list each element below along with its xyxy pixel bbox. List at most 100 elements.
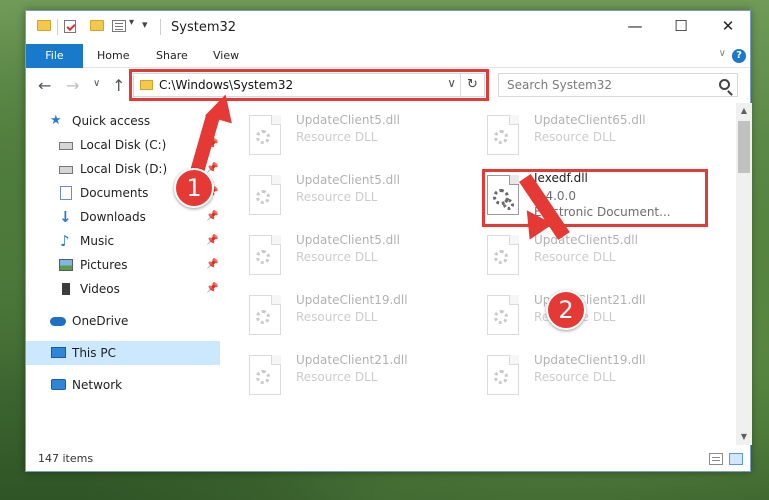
vertical-scrollbar[interactable]: ▲ ▼ xyxy=(736,103,752,445)
sidebar-item-videos[interactable]: Videos 📌 xyxy=(26,277,220,301)
callout-badge-1: 1 xyxy=(174,168,214,208)
sidebar-item-onedrive[interactable]: OneDrive xyxy=(26,309,220,333)
sidebar-label: Network xyxy=(72,378,123,392)
sidebar-label: Downloads xyxy=(80,210,146,224)
list-item[interactable]: UpdateClient21.dll Resource DLL xyxy=(249,351,479,401)
sidebar-label: Videos xyxy=(80,282,120,296)
customize-toolbar-icon[interactable] xyxy=(112,20,126,32)
search-input[interactable]: Search System32 xyxy=(507,78,612,92)
list-item[interactable]: UpdateClient5.dll Resource DLL xyxy=(249,231,479,281)
forward-button[interactable]: → xyxy=(66,76,79,95)
star-icon: ★ xyxy=(50,113,62,128)
item-count: 147 items xyxy=(38,452,94,465)
minimize-button[interactable]: — xyxy=(612,11,658,41)
dll-file-icon xyxy=(249,355,281,395)
file-name: UpdateClient5.dll xyxy=(296,173,400,187)
sidebar-label: This PC xyxy=(72,346,116,360)
tab-share[interactable]: Share xyxy=(143,44,201,68)
ribbon-collapse-icon[interactable]: ∨ xyxy=(719,48,726,59)
file-name: UpdateClient19.dll xyxy=(296,293,408,307)
ribbon-tabs: File Home Share View ∨ ? xyxy=(26,44,750,68)
sidebar-item-music[interactable]: ♪ Music 📌 xyxy=(26,229,220,253)
folder-icon xyxy=(37,20,51,31)
dll-file-icon xyxy=(249,115,281,155)
chevron-down-icon[interactable]: ▾ xyxy=(129,17,134,28)
documents-icon xyxy=(60,186,72,200)
dll-file-icon xyxy=(249,175,281,215)
details-view-icon[interactable] xyxy=(709,453,723,465)
file-name: UpdateClient5.dll xyxy=(534,233,638,247)
list-item[interactable]: UpdateClient19.dll Resource DLL xyxy=(487,351,717,401)
sidebar-item-quick-access[interactable]: ★ Quick access xyxy=(26,109,220,133)
file-type: Resource DLL xyxy=(534,250,616,264)
pin-icon: 📌 xyxy=(206,283,219,294)
download-icon: ↓ xyxy=(59,208,72,226)
pin-icon: 📌 xyxy=(206,259,219,270)
tab-view[interactable]: View xyxy=(200,44,252,68)
new-folder-icon[interactable] xyxy=(90,20,104,31)
tab-home[interactable]: Home xyxy=(84,44,142,68)
sidebar-item-pictures[interactable]: Pictures 📌 xyxy=(26,253,220,277)
divider xyxy=(57,19,58,35)
scroll-up-icon[interactable]: ▲ xyxy=(736,103,752,119)
pin-icon: 📌 xyxy=(206,211,219,222)
sidebar-label: Documents xyxy=(80,186,149,200)
large-icons-view-icon[interactable] xyxy=(729,453,743,465)
close-button[interactable]: ✕ xyxy=(705,11,751,41)
file-name: UpdateClient65.dll xyxy=(534,113,646,127)
list-item[interactable]: UpdateClient65.dll Resource DLL xyxy=(487,111,717,161)
file-type: Resource DLL xyxy=(534,370,616,384)
dll-file-icon xyxy=(249,235,281,275)
sidebar-label: Music xyxy=(80,234,115,248)
title-bar: ▾ ▾ System32 — ☐ ✕ xyxy=(26,11,750,44)
pin-icon: 📌 xyxy=(206,235,219,246)
sidebar-label: Pictures xyxy=(80,258,128,272)
file-type: Resource DLL xyxy=(296,190,378,204)
computer-icon xyxy=(51,347,66,358)
maximize-button[interactable]: ☐ xyxy=(658,11,704,41)
search-icon[interactable] xyxy=(719,79,730,90)
address-highlight-box xyxy=(129,69,489,101)
list-item[interactable]: UpdateClient19.dll Resource DLL xyxy=(249,291,479,341)
dll-file-icon xyxy=(249,295,281,335)
file-type: Resource DLL xyxy=(296,130,378,144)
network-icon xyxy=(51,379,66,390)
dll-file-icon xyxy=(487,235,519,275)
file-type: Resource DLL xyxy=(534,130,616,144)
scroll-thumb[interactable] xyxy=(738,121,750,173)
sidebar-item-local-disk-c[interactable]: Local Disk (C:) 📌 xyxy=(26,133,220,157)
sidebar-label: OneDrive xyxy=(72,314,129,328)
scroll-down-icon[interactable]: ▼ xyxy=(736,429,752,445)
file-type: Resource DLL xyxy=(296,250,378,264)
videos-icon xyxy=(59,283,73,295)
drive-icon xyxy=(59,166,73,174)
status-bar: 147 items xyxy=(26,447,750,472)
sidebar-label: Quick access xyxy=(72,114,151,128)
properties-icon[interactable] xyxy=(64,20,76,33)
list-item[interactable]: UpdateClient5.dll Resource DLL xyxy=(487,231,717,281)
file-name: UpdateClient5.dll xyxy=(296,233,400,247)
back-button[interactable]: ← xyxy=(38,76,51,95)
quick-access-dropdown-icon[interactable]: ▾ xyxy=(142,18,148,31)
tab-file[interactable]: File xyxy=(26,44,83,68)
up-button[interactable]: ↑ xyxy=(112,76,125,95)
cloud-icon xyxy=(50,317,66,326)
dll-file-icon xyxy=(487,115,519,155)
file-name: UpdateClient5.dll xyxy=(296,113,400,127)
file-type: Resource DLL xyxy=(296,370,378,384)
recent-locations-button[interactable]: ∨ xyxy=(93,78,100,89)
file-type: Resource DLL xyxy=(296,310,378,324)
sidebar-label: Local Disk (D:) xyxy=(80,162,168,176)
file-name: UpdateClient21.dll xyxy=(296,353,408,367)
callout-badge-2: 2 xyxy=(546,290,586,330)
list-item[interactable]: UpdateClient5.dll Resource DLL xyxy=(249,111,479,161)
sidebar-item-network[interactable]: Network xyxy=(26,373,220,397)
search-box[interactable]: Search System32 xyxy=(498,73,738,97)
list-item[interactable]: UpdateClient21.dll Resource DLL xyxy=(487,291,717,341)
sidebar-item-downloads[interactable]: ↓ Downloads 📌 xyxy=(26,205,220,229)
sidebar-item-this-pc[interactable]: This PC xyxy=(26,341,220,365)
sidebar-label: Local Disk (C:) xyxy=(80,138,167,152)
help-icon[interactable]: ? xyxy=(732,49,746,63)
list-item[interactable]: UpdateClient5.dll Resource DLL xyxy=(249,171,479,221)
dll-file-icon xyxy=(487,355,519,395)
